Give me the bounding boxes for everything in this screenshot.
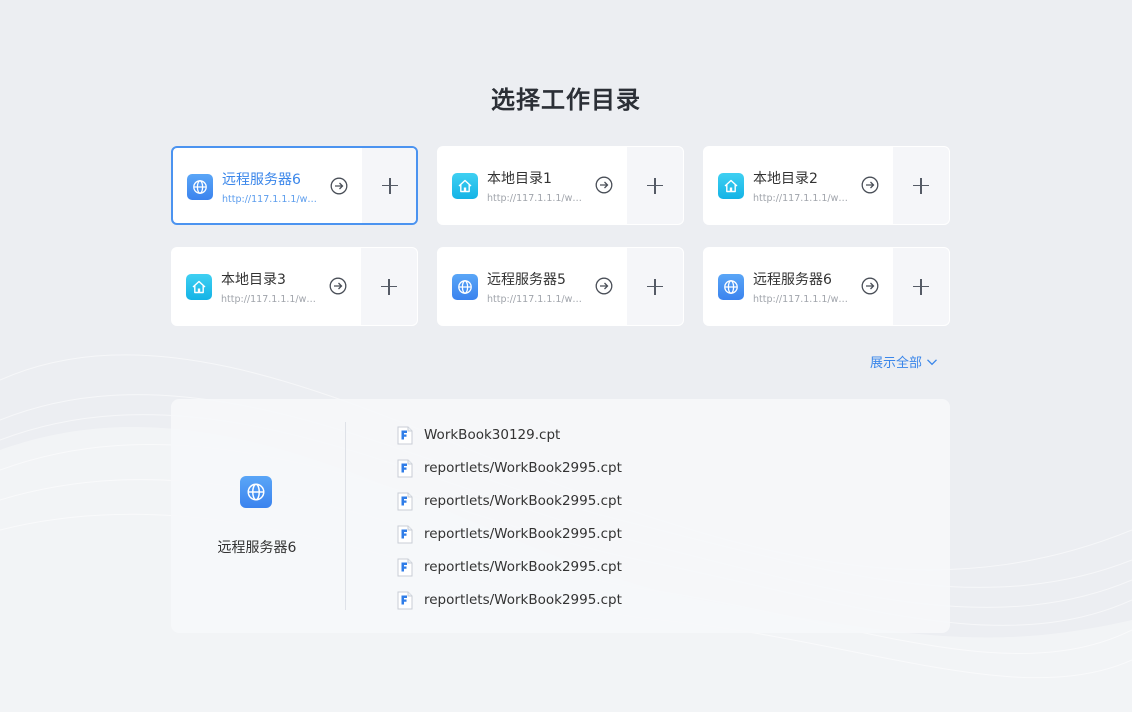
file-name: reportlets/WorkBook2995.cpt bbox=[424, 559, 622, 575]
page-title: 选择工作目录 bbox=[491, 86, 641, 114]
arrow-right-circle-icon[interactable] bbox=[330, 177, 348, 195]
report-file-icon bbox=[397, 426, 413, 445]
directory-detail-panel: 远程服务器6 WorkBook30129.cpt reportlets/Work… bbox=[171, 399, 950, 633]
plus-icon bbox=[382, 177, 398, 194]
plus-icon bbox=[647, 278, 663, 295]
add-button[interactable] bbox=[362, 148, 416, 223]
card-main[interactable]: 本地目录1 http://117.1.1.1/web... bbox=[438, 147, 629, 224]
card-main[interactable]: 远程服务器6 http://117.1.1.1/web... bbox=[173, 148, 364, 223]
directory-card-remote-server-6b[interactable]: 远程服务器6 http://117.1.1.1/web... bbox=[703, 247, 950, 326]
arrow-right-circle-icon[interactable] bbox=[595, 176, 613, 194]
add-button[interactable] bbox=[627, 248, 683, 325]
file-item[interactable]: WorkBook30129.cpt bbox=[397, 426, 622, 459]
directory-card-local-1[interactable]: 本地目录1 http://117.1.1.1/web... bbox=[437, 146, 684, 225]
file-name: reportlets/WorkBook2995.cpt bbox=[424, 526, 622, 542]
file-item[interactable]: reportlets/WorkBook2995.cpt bbox=[397, 591, 622, 624]
recent-file-list: WorkBook30129.cpt reportlets/WorkBook299… bbox=[397, 426, 622, 624]
plus-icon bbox=[647, 177, 663, 194]
plus-icon bbox=[913, 278, 929, 295]
show-all-label: 展示全部 bbox=[870, 356, 923, 371]
divider bbox=[345, 422, 346, 610]
directory-grid: 远程服务器6 http://117.1.1.1/web... 本地目录1 htt… bbox=[171, 146, 950, 326]
file-name: reportlets/WorkBook2995.cpt bbox=[424, 592, 622, 608]
file-name: WorkBook30129.cpt bbox=[424, 427, 561, 443]
card-main[interactable]: 本地目录3 http://117.1.1.1/web... bbox=[172, 248, 363, 325]
file-item[interactable]: reportlets/WorkBook2995.cpt bbox=[397, 525, 622, 558]
globe-icon bbox=[718, 274, 744, 300]
show-all-link[interactable]: 展示全部 bbox=[870, 352, 938, 371]
report-file-icon bbox=[397, 459, 413, 478]
directory-card-remote-server-6[interactable]: 远程服务器6 http://117.1.1.1/web... bbox=[171, 146, 418, 225]
file-item[interactable]: reportlets/WorkBook2995.cpt bbox=[397, 492, 622, 525]
card-name: 本地目录2 bbox=[753, 171, 818, 187]
report-file-icon bbox=[397, 558, 413, 577]
home-icon bbox=[718, 173, 744, 199]
card-url: http://117.1.1.1/web... bbox=[222, 194, 318, 205]
arrow-right-circle-icon[interactable] bbox=[595, 277, 613, 295]
add-button[interactable] bbox=[893, 147, 949, 224]
globe-icon bbox=[452, 274, 478, 300]
card-url: http://117.1.1.1/web... bbox=[487, 193, 583, 204]
card-url: http://117.1.1.1/web... bbox=[487, 294, 583, 305]
plus-icon bbox=[913, 177, 929, 194]
file-item[interactable]: reportlets/WorkBook2995.cpt bbox=[397, 459, 622, 492]
card-main[interactable]: 本地目录2 http://117.1.1.1/web... bbox=[704, 147, 895, 224]
chevron-down-icon bbox=[927, 358, 937, 365]
report-file-icon bbox=[397, 525, 413, 544]
card-main[interactable]: 远程服务器5 http://117.1.1.1/web... bbox=[438, 248, 629, 325]
card-name: 远程服务器6 bbox=[753, 272, 832, 288]
report-file-icon bbox=[397, 591, 413, 610]
arrow-right-circle-icon[interactable] bbox=[329, 277, 347, 295]
file-name: reportlets/WorkBook2995.cpt bbox=[424, 460, 622, 476]
report-file-icon bbox=[397, 492, 413, 511]
directory-card-local-3[interactable]: 本地目录3 http://117.1.1.1/web... bbox=[171, 247, 418, 326]
arrow-right-circle-icon[interactable] bbox=[861, 277, 879, 295]
card-name: 远程服务器6 bbox=[222, 172, 301, 188]
home-icon bbox=[452, 173, 478, 199]
detail-server-name: 远程服务器6 bbox=[217, 540, 297, 556]
card-name: 远程服务器5 bbox=[487, 272, 566, 288]
arrow-right-circle-icon[interactable] bbox=[861, 176, 879, 194]
add-button[interactable] bbox=[893, 248, 949, 325]
plus-icon bbox=[381, 278, 397, 295]
directory-card-remote-server-5[interactable]: 远程服务器5 http://117.1.1.1/web... bbox=[437, 247, 684, 326]
add-button[interactable] bbox=[361, 248, 417, 325]
file-name: reportlets/WorkBook2995.cpt bbox=[424, 493, 622, 509]
globe-icon bbox=[240, 476, 272, 508]
add-button[interactable] bbox=[627, 147, 683, 224]
card-name: 本地目录1 bbox=[487, 171, 552, 187]
directory-card-local-2[interactable]: 本地目录2 http://117.1.1.1/web... bbox=[703, 146, 950, 225]
card-name: 本地目录3 bbox=[221, 272, 286, 288]
card-url: http://117.1.1.1/web... bbox=[753, 294, 849, 305]
file-item[interactable]: reportlets/WorkBook2995.cpt bbox=[397, 558, 622, 591]
card-main[interactable]: 远程服务器6 http://117.1.1.1/web... bbox=[704, 248, 895, 325]
home-icon bbox=[186, 274, 212, 300]
globe-icon bbox=[187, 174, 213, 200]
card-url: http://117.1.1.1/web... bbox=[753, 193, 849, 204]
card-url: http://117.1.1.1/web... bbox=[221, 294, 317, 305]
